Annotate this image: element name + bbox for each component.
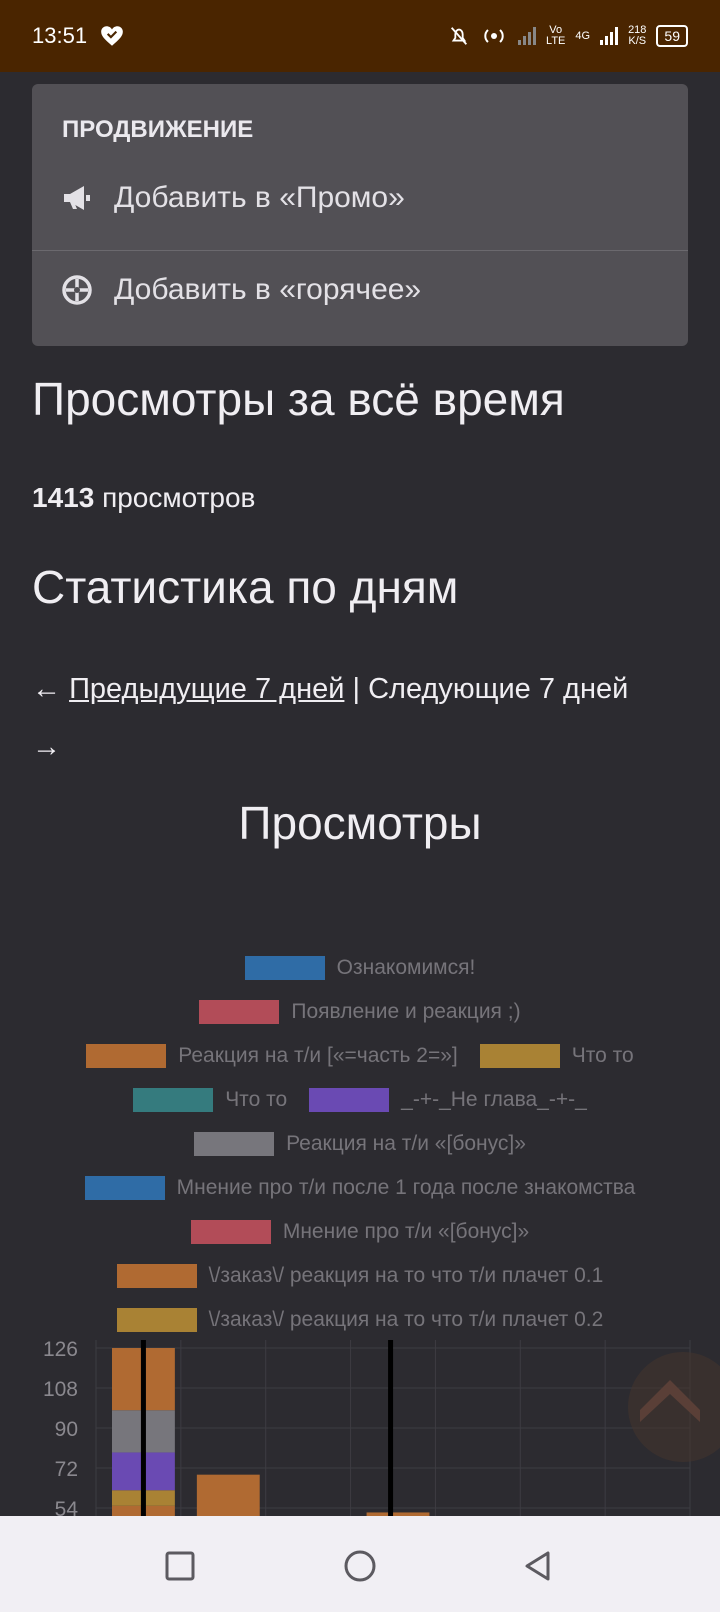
legend-label: Что то: [571, 1044, 634, 1067]
menu-header: ПРОДВИЖЕНИЕ: [62, 116, 254, 143]
hotspot-icon: [484, 29, 504, 43]
y-tick-label: 72: [55, 1458, 78, 1481]
legend-entry[interactable]: Появление и реакция ;): [199, 1000, 521, 1024]
legend-entry[interactable]: Что то: [479, 1044, 634, 1068]
legend-swatch: [479, 1044, 560, 1068]
next-arrow: →: [32, 731, 61, 763]
legend-entry[interactable]: Что то: [133, 1088, 287, 1112]
views-bar-chart: 126108907254: [43, 1340, 691, 1520]
legend-label: Что то: [225, 1088, 288, 1111]
legend-row: Что то _-+-_Не глава_-+-_: [0, 1078, 720, 1122]
legend-entry[interactable]: Реакция на т/и «[бонус]»: [194, 1132, 526, 1156]
legend-entry[interactable]: \/заказ\/ реакция на то что т/и плачет 0…: [116, 1264, 604, 1288]
network-4g: 4G: [575, 29, 591, 42]
back-icon[interactable]: [518, 1546, 558, 1586]
network-type: Vo LTE: [546, 24, 566, 47]
chart-title: Просмотры: [238, 797, 482, 849]
legend-label: Реакция на т/и «[бонус]»: [286, 1132, 526, 1155]
system-nav-bar: [0, 1516, 720, 1612]
legend-label: _-+-_Не глава_-+-_: [401, 1088, 587, 1111]
bell-off-icon: [450, 27, 468, 45]
status-time: 13:51: [32, 23, 88, 48]
legend-label: Реакция на т/и [«=часть 2=»]: [178, 1044, 458, 1067]
legend-label: Мнение про т/и после 1 года после знаком…: [176, 1176, 636, 1199]
legend-swatch: [86, 1044, 167, 1068]
signal-icon: [518, 27, 537, 45]
prev-arrow: ←: [32, 673, 70, 705]
legend-swatch: [199, 1000, 280, 1024]
battery-icon: 59: [656, 25, 688, 47]
views-total-heading: Просмотры за всё время: [32, 373, 565, 425]
add-to-hot-button[interactable]: Добавить в «горячее»: [32, 260, 688, 320]
legend-entry[interactable]: \/заказ\/ реакция на то что т/и плачет 0…: [116, 1308, 604, 1332]
legend-entry[interactable]: Мнение про т/и «[бонус]»: [190, 1220, 530, 1244]
legend-swatch: [194, 1132, 275, 1156]
menu-divider: [32, 250, 688, 251]
add-to-hot-label: Добавить в «горячее»: [114, 273, 422, 306]
legend-entry[interactable]: Реакция на т/и [«=часть 2=»]: [86, 1044, 458, 1068]
crosshair-icon: [62, 275, 92, 305]
legend-swatch: [309, 1088, 390, 1112]
legend-row: \/заказ\/ реакция на то что т/и плачет 0…: [0, 1254, 720, 1298]
week-navigation: ← Предыдущие 7 дней | Следующие 7 дней →: [32, 660, 692, 776]
y-tick-label: 126: [43, 1340, 78, 1361]
previous-7-days-link[interactable]: Предыдущие 7 дней: [69, 673, 344, 705]
legend-entry[interactable]: Мнение про т/и после 1 года после знаком…: [84, 1176, 636, 1200]
legend-row: Мнение про т/и «[бонус]»: [0, 1210, 720, 1254]
add-to-promo-label: Добавить в «Промо»: [114, 181, 405, 214]
legend-label: \/заказ\/ реакция на то что т/и плачет 0…: [208, 1308, 604, 1331]
square-icon[interactable]: [160, 1546, 200, 1586]
legend-label: Ознакомимся!: [336, 956, 476, 979]
legend-row: Реакция на т/и [«=часть 2=»] Что то: [0, 1034, 720, 1078]
views-count-number: 1413: [32, 482, 95, 513]
megaphone-icon: [64, 186, 90, 210]
legend-swatch: [244, 956, 325, 980]
legend-row: Появление и реакция ;): [0, 990, 720, 1034]
legend-label: \/заказ\/ реакция на то что т/и плачет 0…: [208, 1264, 604, 1287]
chart-legend: Ознакомимся! Появление и реакция ;) Реакци…: [0, 946, 720, 1342]
views-total-count: 1413 просмотров: [32, 482, 255, 514]
circle-icon[interactable]: [340, 1546, 380, 1586]
legend-swatch: [116, 1308, 197, 1332]
nav-separator: |: [344, 673, 369, 705]
network-speed: 218 K/S: [628, 24, 647, 47]
status-icons: Vo LTE 4G 218 K/S 59: [448, 25, 688, 47]
legend-label: Мнение про т/и «[бонус]»: [282, 1220, 530, 1243]
promotion-menu: ПРОДВИЖЕНИЕ Добавить в «Промо» Добавить …: [32, 84, 688, 346]
legend-row: Мнение про т/и после 1 года после знаком…: [0, 1166, 720, 1210]
scroll-to-top-button[interactable]: [628, 1352, 720, 1462]
legend-entry[interactable]: Ознакомимся!: [244, 956, 476, 980]
legend-row: \/заказ\/ реакция на то что т/и плачет 0…: [0, 1298, 720, 1342]
legend-swatch: [116, 1264, 197, 1288]
legend-label: Появление и реакция ;): [291, 1000, 521, 1023]
signal-icon: [600, 27, 619, 45]
heart-icon: [101, 26, 123, 46]
legend-entry[interactable]: _-+-_Не глава_-+-_: [309, 1088, 587, 1112]
daily-stats-heading: Статистика по дням: [32, 561, 459, 613]
y-tick-label: 90: [55, 1418, 78, 1441]
add-to-promo-button[interactable]: Добавить в «Промо»: [32, 168, 688, 228]
legend-row: Реакция на т/и «[бонус]»: [0, 1122, 720, 1166]
legend-swatch: [133, 1088, 214, 1112]
status-bar: 13:51 Vo LTE 4G 218 K/S 59: [0, 0, 720, 72]
legend-swatch: [84, 1176, 165, 1200]
legend-row: Ознакомимся!: [0, 946, 720, 990]
legend-swatch: [190, 1220, 271, 1244]
next-7-days-label: Следующие 7 дней: [368, 673, 629, 705]
chevron-up-icon: [640, 1380, 700, 1422]
y-tick-label: 108: [43, 1378, 78, 1401]
views-count-suffix: просмотров: [94, 482, 256, 513]
